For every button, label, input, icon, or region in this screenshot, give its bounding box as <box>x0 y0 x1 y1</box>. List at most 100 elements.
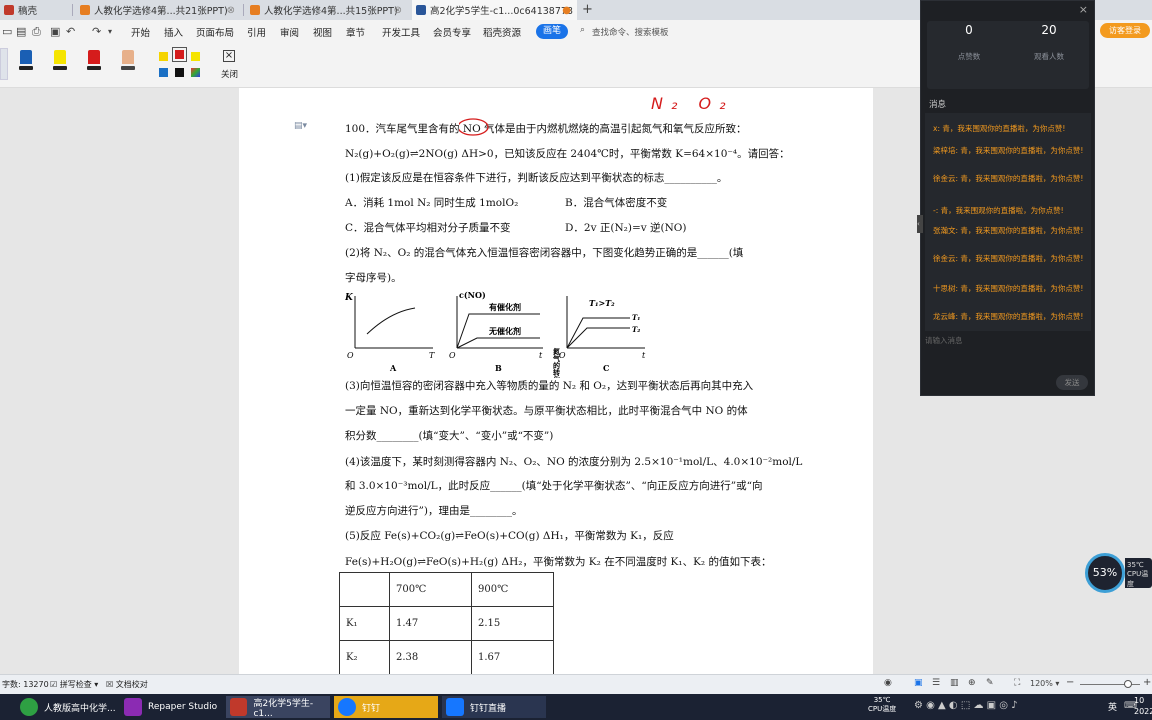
word-count[interactable]: 字数: 13270 <box>2 679 49 690</box>
new-file-icon[interactable]: ▭ <box>2 25 12 38</box>
taskbar-item[interactable]: 钉钉 <box>334 696 438 718</box>
viewers-label: 观看人数 <box>1034 52 1064 61</box>
table-row: K₁ 1.47 2.15 <box>339 606 554 641</box>
taskbar-label: 钉钉直播 <box>470 703 507 714</box>
clock[interactable]: 10 2022 <box>1134 695 1152 717</box>
proof-toggle[interactable]: ☒ 文档校对 <box>106 679 148 690</box>
question-line: N₂(g)+O₂(g)⇌2NO(g) ΔH>0，已知该反应在 2404℃时，平衡… <box>345 148 790 160</box>
menu-section[interactable]: 章节 <box>346 25 365 39</box>
zoom-slider-handle[interactable] <box>1124 680 1132 688</box>
graph-b-upper-label: 有催化剂 <box>489 302 521 312</box>
eye-icon[interactable]: ◉ <box>884 678 892 688</box>
zoom-select[interactable]: 120% ▾ <box>1030 679 1059 688</box>
tab-1[interactable]: 稿壳 <box>0 0 70 20</box>
taskbar-item-active[interactable]: 高2化学5学生-c1... <box>226 696 330 719</box>
search-icon[interactable]: ⌕ <box>580 25 585 35</box>
wps-icon <box>230 698 248 716</box>
tab-label: 稿壳 <box>18 6 38 17</box>
close-icon[interactable]: ⊗ <box>394 5 402 16</box>
table-cell: 900℃ <box>471 572 554 607</box>
taskbar-label: 钉钉 <box>362 703 381 714</box>
question-line: (5)反应 Fe(s)+CO₂(g)⇌FeO(s)+CO(g) ΔH₁，平衡常数… <box>345 530 674 542</box>
menu-member[interactable]: 会员专享 <box>433 25 471 39</box>
color-black-swatch[interactable] <box>175 68 184 77</box>
modified-dot-icon[interactable]: ● <box>562 5 571 16</box>
taskbar-label: 高2化学5学生-c1... <box>253 698 314 719</box>
ribbon-close-label[interactable]: 关闭 <box>221 68 238 80</box>
pen-blue-icon[interactable] <box>19 50 33 72</box>
collapse-handle[interactable]: ‹ <box>917 215 923 233</box>
close-icon[interactable]: ⊗ <box>227 5 235 16</box>
taskbar-item[interactable]: Repaper Studio <box>120 696 220 718</box>
graph-c-caption: C <box>603 363 609 373</box>
open-icon[interactable]: ▤ <box>16 25 26 38</box>
color-blue-swatch[interactable] <box>159 68 168 77</box>
fit-icon[interactable]: ⛶ <box>1014 678 1020 688</box>
document-page[interactable]: ▤▾ 100．汽车尾气里含有的 NO 气体是由于内燃机燃烧的高温引起氮气和氧气反… <box>239 88 873 674</box>
highlighter-yellow-icon[interactable] <box>53 50 67 72</box>
tab-3[interactable]: 人教化学选修4第...共15张PPT) ⊗ <box>246 0 408 20</box>
question-line: (1)假定该反应是在恒容条件下进行，判断该反应达到平衡状态的标志________… <box>345 172 728 184</box>
option-b: B．混合气体密度不变 <box>565 197 668 209</box>
zoom-value: 120% <box>1030 679 1053 688</box>
temp-widget[interactable]: 35℃ CPU温度 <box>868 696 896 714</box>
eraser-icon[interactable] <box>121 50 135 72</box>
menu-layout[interactable]: 页面布局 <box>196 25 234 39</box>
menu-devtools[interactable]: 开发工具 <box>382 25 420 39</box>
ppt-icon <box>80 5 90 15</box>
para-marker-icon[interactable]: ▤▾ <box>294 121 307 131</box>
cpu-temp: 35℃ <box>1127 561 1144 569</box>
graph-c-condition: T₁>T₂ <box>589 298 615 308</box>
new-tab-icon[interactable]: + <box>582 2 593 17</box>
color-yellow-swatch[interactable] <box>159 52 168 61</box>
tab-pen[interactable]: 画笔 <box>536 24 568 39</box>
close-icon[interactable]: × <box>1079 3 1088 16</box>
taskbar-item[interactable]: 钉钉直播 <box>442 696 546 718</box>
preview-icon[interactable]: ▣ <box>50 25 60 38</box>
table-cell: 1.47 <box>389 606 472 641</box>
send-button[interactable]: 发送 <box>1056 375 1088 390</box>
menu-start[interactable]: 开始 <box>131 25 150 39</box>
message-input[interactable]: 请输入消息 <box>925 335 963 346</box>
color-red-swatch[interactable] <box>172 47 187 62</box>
pen-red-icon[interactable] <box>87 50 101 72</box>
spell-check-toggle[interactable]: ☑ 拼写检查 ▾ <box>50 679 98 690</box>
read-view-icon[interactable]: ▥ <box>950 678 959 688</box>
tab-2[interactable]: 人教化学选修4第...共21张PPT) ⊗ <box>76 0 241 20</box>
list-item: 张瀚文: 青，我来围观你的直播啦，为你点赞! <box>933 226 1084 235</box>
likes-label: 点赞数 <box>957 52 981 61</box>
web-view-icon[interactable]: ⊕ <box>968 678 976 688</box>
page-view-icon[interactable]: ▣ <box>914 678 923 688</box>
color-more-swatch[interactable] <box>191 68 200 77</box>
menu-insert[interactable]: 插入 <box>164 25 183 39</box>
menu-review[interactable]: 审阅 <box>280 25 299 39</box>
visitor-login-button[interactable]: 访客登录 <box>1100 23 1150 38</box>
cpu-gauge[interactable]: 53% <box>1085 553 1125 593</box>
pen-icon[interactable]: ✎ <box>986 678 994 688</box>
pen-selector[interactable] <box>0 48 8 80</box>
cpu-percent: 53% <box>1092 566 1118 579</box>
outline-view-icon[interactable]: ☰ <box>932 678 940 688</box>
list-item: -: 青，我来围观你的直播啦，为你点赞! <box>933 206 1064 215</box>
question-line: (2)将 N₂、O₂ 的混合气体充入恒温恒容密闭容器中，下图变化趋势正确的是__… <box>345 247 744 259</box>
color-lightyellow-swatch[interactable] <box>191 52 200 61</box>
table-cell: 2.38 <box>389 640 472 674</box>
input-language[interactable]: 英 <box>1108 700 1117 713</box>
close-icon[interactable]: × <box>223 50 235 62</box>
zoom-in-icon[interactable]: + <box>1143 677 1151 688</box>
print-icon[interactable]: ⎙ <box>32 25 41 39</box>
menu-reference[interactable]: 引用 <box>247 25 266 39</box>
graph-b-caption: B <box>495 363 502 373</box>
command-search-input[interactable]: 查找命令、搜索模板 <box>592 26 669 38</box>
list-item: x: 青，我来围观你的直播啦，为你点赞! <box>933 124 1066 133</box>
tab-4-active[interactable]: 高2化学5学生-c1...0c64138778 ● <box>412 0 577 20</box>
tray-icons[interactable]: ⚙ ◉ ▲ ◐ ⬚ ☁ ▣ ◎ ♪ <box>914 700 1018 711</box>
menu-docer[interactable]: 稻壳资源 <box>483 25 521 39</box>
chevron-down-icon[interactable]: ▾ <box>108 27 112 36</box>
redo-icon[interactable]: ↷ <box>92 25 101 38</box>
menu-view[interactable]: 视图 <box>313 25 332 39</box>
taskbar-item[interactable]: 人教版高中化学... <box>16 696 116 718</box>
zoom-out-icon[interactable]: − <box>1066 677 1074 688</box>
undo-icon[interactable]: ↶ <box>66 25 75 38</box>
question-line: (3)向恒温恒容的密闭容器中充入等物质的量的 N₂ 和 O₂，达到平衡状态后再向… <box>345 380 754 392</box>
